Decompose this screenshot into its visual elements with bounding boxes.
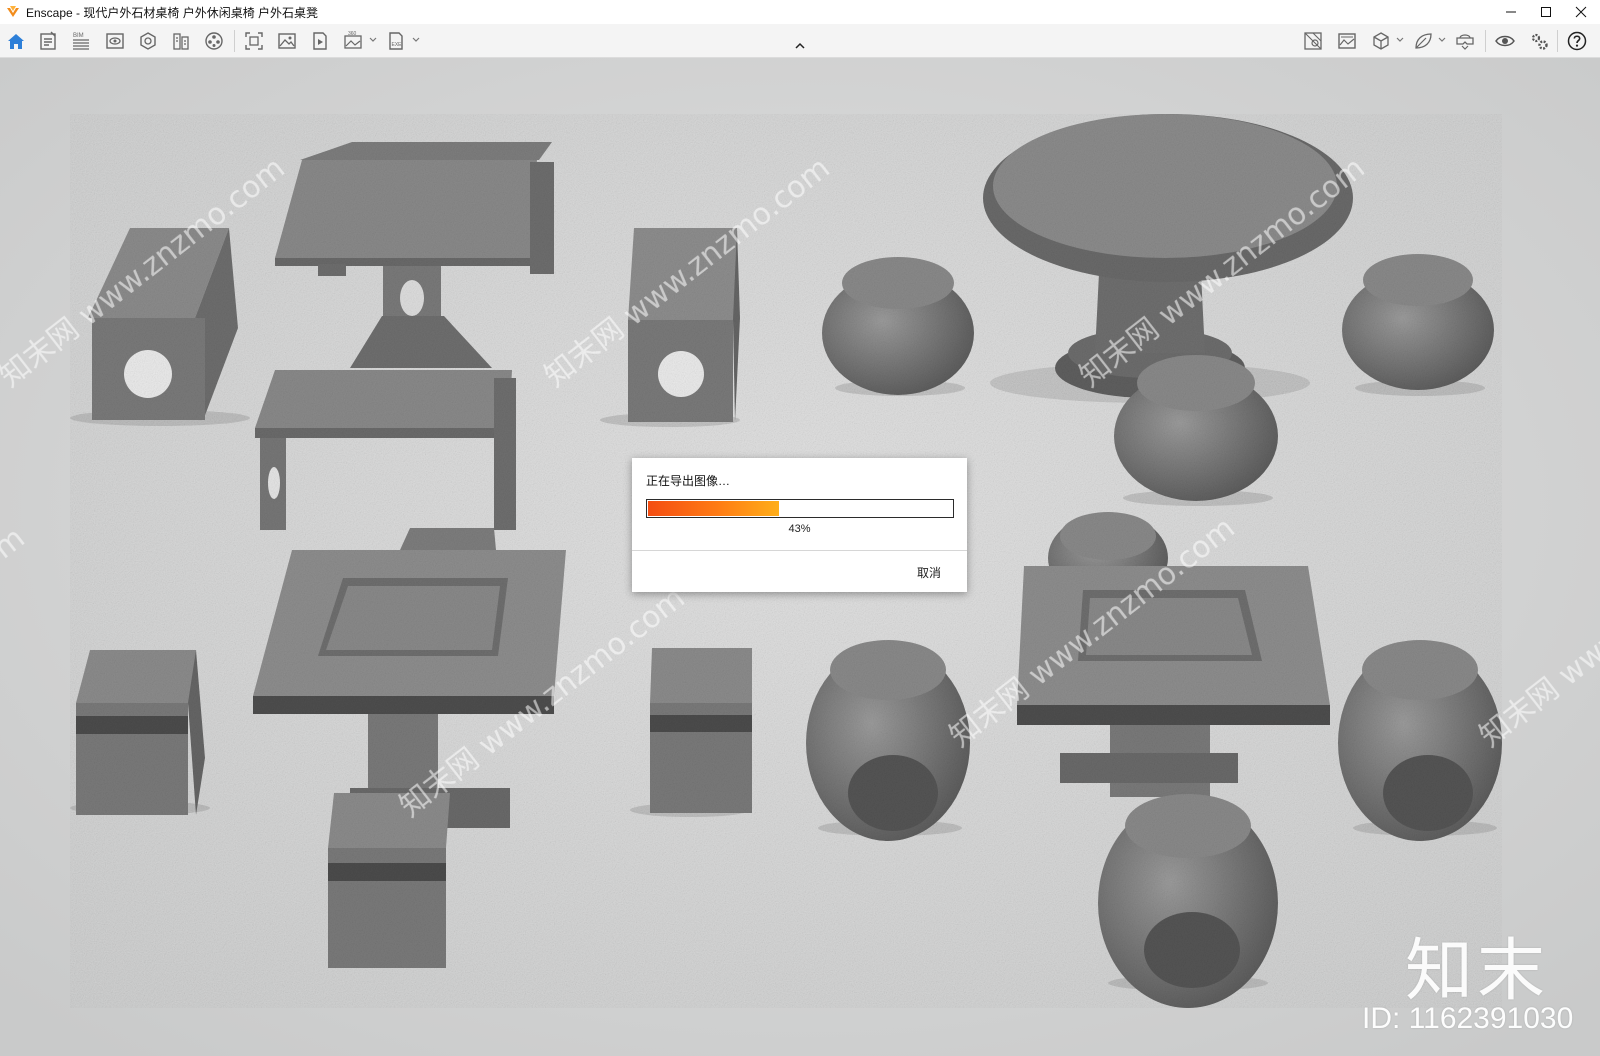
screenshot-icon [245,32,263,50]
export-progress-dialog: 正在导出图像… 43% 取消 [632,458,967,592]
maximize-button[interactable] [1526,0,1566,24]
toolbar-separator [234,30,235,52]
site-context-button[interactable] [1301,29,1325,53]
watermark-logo: 知末 [1405,932,1550,1011]
visibility-button[interactable] [1493,29,1517,53]
dialog-divider [632,550,967,551]
render-video-icon [313,32,327,50]
cancel-button[interactable]: 取消 [917,564,941,581]
atmosphere-icon [1338,33,1356,49]
vr-headset-icon [1456,34,1474,50]
video-editor-icon [205,32,223,50]
cube-view-dropdown[interactable] [1394,32,1406,48]
leaf-dropdown[interactable] [1436,32,1448,48]
leaf-button[interactable] [1411,29,1435,53]
help-icon [1567,31,1587,51]
svg-text:BIM: BIM [73,33,84,39]
export-message: 正在导出图像… [646,474,731,488]
toolbar-separator [1557,30,1558,52]
progress-bar [646,499,954,518]
material-icon [140,32,156,50]
export-exe-button[interactable]: EXE [384,29,408,53]
window-title: Enscape - 现代户外石材桌椅 户外休闲桌椅 户外石桌凳 [26,5,319,20]
chevron-down-icon [412,37,420,42]
minimize-button[interactable] [1491,0,1531,24]
enscape-logo-icon [7,6,19,17]
cube-view-button[interactable] [1369,29,1393,53]
view-icon [106,33,124,49]
settings-icon [1531,33,1548,50]
site-context-icon [1304,32,1322,50]
svg-text:360: 360 [348,31,357,37]
svg-text:EXE: EXE [392,42,403,48]
chevron-up-icon [795,42,805,49]
cube-view-icon [1373,32,1389,50]
project-button[interactable] [36,29,60,53]
vr-headset-button[interactable] [1453,29,1477,53]
material-button[interactable] [136,29,160,53]
export-dropdown[interactable] [410,32,422,48]
render-image-icon [278,33,296,49]
help-button[interactable] [1565,29,1589,53]
watermark-id: ID: 1162391030 [1362,1002,1574,1035]
close-button[interactable] [1561,0,1600,24]
video-editor-button[interactable] [202,29,226,53]
settings-button[interactable] [1527,29,1551,53]
minimize-icon [1506,11,1516,13]
progress-bar-fill [648,501,779,516]
progress-percent: 43% [788,523,811,535]
project-icon [40,31,56,50]
home-button[interactable] [4,29,28,53]
title-bar: Enscape - 现代户外石材桌椅 户外休闲桌椅 户外石桌凳 [0,0,1600,24]
view-button[interactable] [103,29,127,53]
visibility-icon [1495,35,1515,47]
export-exe-icon: EXE [389,32,403,50]
render-video-button[interactable] [308,29,332,53]
bim-button[interactable]: BIM [69,29,93,53]
toolbar-separator [1485,30,1486,52]
home-icon [8,34,24,49]
chevron-down-icon [1438,37,1446,42]
panorama-button[interactable]: 360 [341,29,365,53]
close-icon [1575,6,1587,18]
render-image-button[interactable] [275,29,299,53]
leaf-icon [1415,33,1432,49]
chevron-down-icon [1396,37,1404,42]
panorama-360-icon: 360 [344,31,362,49]
maximize-icon [1541,7,1551,17]
panorama-dropdown[interactable] [367,32,379,48]
asset-library-button[interactable] [169,29,193,53]
screenshot-button[interactable] [242,29,266,53]
chevron-down-icon [369,37,377,42]
atmosphere-button[interactable] [1335,29,1359,53]
asset-library-icon [173,33,189,50]
enscape-toolbar: BIM 360 EXE [0,24,1600,58]
collapse-toolbar-toggle[interactable] [794,37,806,53]
bim-icon: BIM [73,33,89,50]
